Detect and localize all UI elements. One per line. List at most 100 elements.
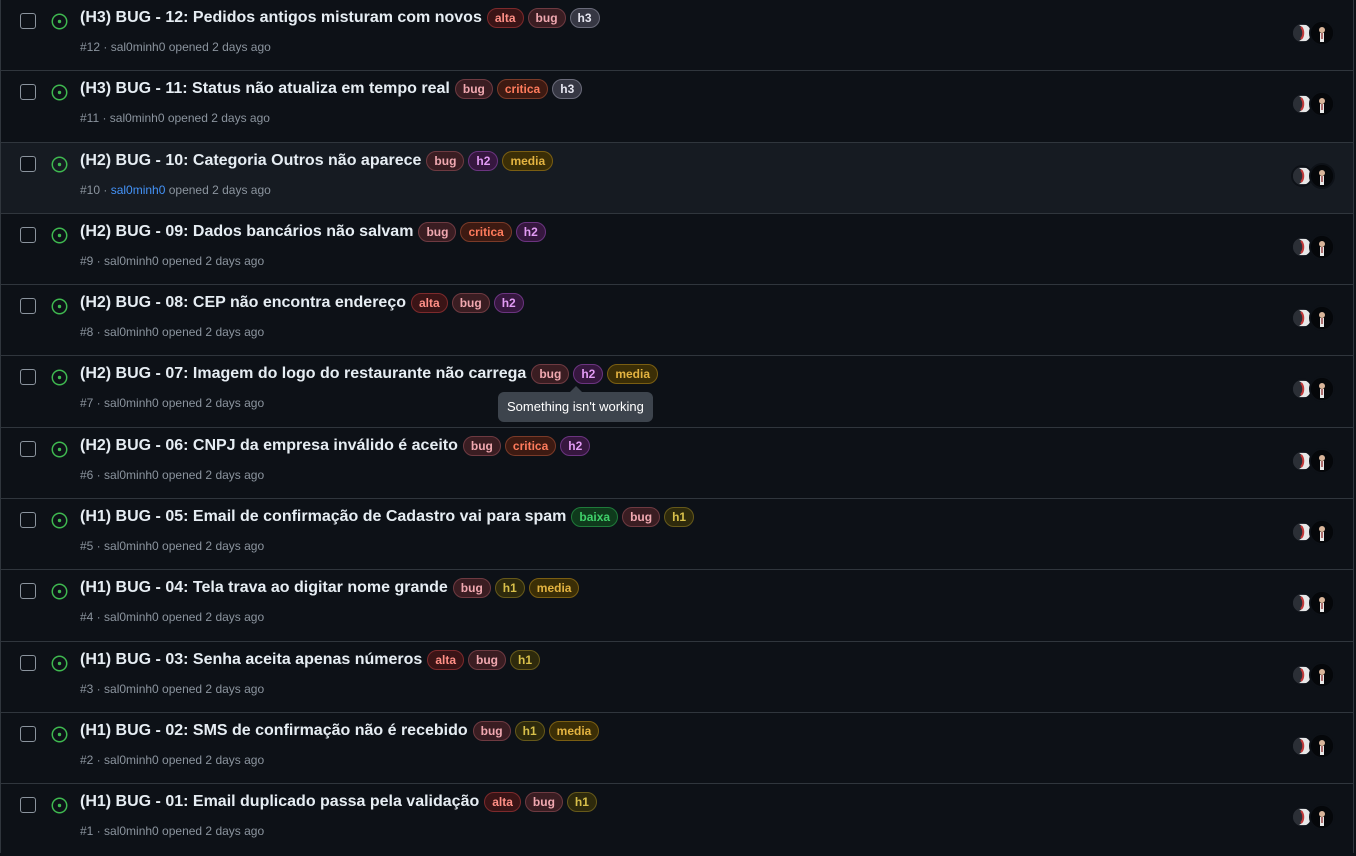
issue-row[interactable]: (H2) BUG - 08: CEP não encontra endereço… — [1, 285, 1353, 357]
issue-author-link[interactable]: sal0minh0 — [110, 111, 165, 125]
issue-title-link[interactable]: (H2) BUG - 06: CNPJ da empresa inválido … — [80, 437, 458, 455]
avatar[interactable] — [1309, 519, 1335, 546]
issue-title-link[interactable]: (H1) BUG - 02: SMS de confirmação não é … — [80, 722, 468, 740]
label-media[interactable]: media — [548, 720, 600, 741]
label-bug[interactable]: bug — [622, 507, 661, 528]
issue-title-link[interactable]: (H3) BUG - 12: Pedidos antigos misturam … — [80, 9, 482, 27]
avatar[interactable] — [1309, 20, 1335, 46]
label-h3[interactable]: h3 — [552, 79, 583, 100]
issue-checkbox[interactable] — [20, 583, 36, 600]
label-h2[interactable]: h2 — [515, 221, 546, 242]
assignee-avatars[interactable] — [1291, 90, 1337, 118]
issue-title-link[interactable]: (H1) BUG - 05: Email de confirmação de C… — [80, 508, 566, 526]
label-h1[interactable]: h1 — [494, 578, 525, 599]
label-bug[interactable]: bug — [472, 720, 511, 741]
issue-row[interactable]: (H2) BUG - 07: Imagem do logo do restaur… — [1, 356, 1353, 428]
issue-row[interactable]: (H1) BUG - 04: Tela trava ao digitar nom… — [1, 570, 1353, 642]
issue-row[interactable]: (H1) BUG - 03: Senha aceita apenas númer… — [1, 642, 1353, 713]
avatar[interactable] — [1309, 233, 1335, 260]
issue-checkbox[interactable] — [20, 440, 36, 457]
label-alta[interactable]: alta — [427, 649, 465, 670]
avatar[interactable] — [1309, 162, 1335, 189]
label-bug[interactable]: bug — [418, 221, 457, 242]
label-h3[interactable]: h3 — [569, 8, 600, 28]
issue-author-link[interactable]: sal0minh0 — [111, 40, 166, 54]
assignee-avatars[interactable] — [1291, 518, 1337, 546]
label-h1[interactable]: h1 — [664, 507, 695, 528]
label-alta[interactable]: alta — [486, 8, 524, 28]
assignee-avatars[interactable] — [1291, 803, 1337, 831]
issue-author-link[interactable]: sal0minh0 — [104, 254, 159, 268]
label-bug[interactable]: bug — [531, 364, 570, 385]
issue-row[interactable]: (H1) BUG - 02: SMS de confirmação não é … — [1, 713, 1353, 785]
label-alta[interactable]: alta — [484, 792, 521, 813]
issue-row[interactable]: (H1) BUG - 01: Email duplicado passa pel… — [1, 784, 1353, 855]
assignee-avatars[interactable] — [1291, 304, 1337, 332]
avatar[interactable] — [1309, 804, 1335, 831]
issue-author-link[interactable]: sal0minh0 — [104, 610, 159, 624]
issue-row[interactable]: (H3) BUG - 11: Status não atualiza em te… — [1, 71, 1353, 143]
issue-checkbox[interactable] — [20, 654, 36, 671]
label-bug[interactable]: bug — [426, 150, 465, 171]
avatar[interactable] — [1309, 732, 1335, 759]
label-bug[interactable]: bug — [527, 8, 566, 28]
label-h1[interactable]: h1 — [510, 649, 541, 670]
label-baixa[interactable]: baixa — [571, 507, 619, 528]
label-h2[interactable]: h2 — [560, 435, 591, 456]
issue-row[interactable]: (H1) BUG - 05: Email de confirmação de C… — [1, 499, 1353, 571]
label-bug[interactable]: bug — [454, 79, 493, 100]
issue-author-link[interactable]: sal0minh0 — [104, 682, 159, 696]
label-h2[interactable]: h2 — [493, 293, 524, 314]
issue-checkbox[interactable] — [20, 797, 36, 814]
issue-author-link[interactable]: sal0minh0 — [111, 183, 166, 197]
label-bug[interactable]: bug — [524, 792, 563, 813]
label-h1[interactable]: h1 — [566, 792, 597, 813]
label-h1[interactable]: h1 — [514, 720, 545, 741]
label-critica[interactable]: critica — [504, 435, 557, 456]
issue-title-link[interactable]: (H2) BUG - 08: CEP não encontra endereço — [80, 294, 406, 312]
avatar[interactable] — [1309, 376, 1335, 403]
assignee-avatars[interactable] — [1291, 233, 1337, 261]
label-h2[interactable]: h2 — [573, 364, 604, 385]
issue-title-link[interactable]: (H1) BUG - 03: Senha aceita apenas númer… — [80, 651, 422, 669]
issue-checkbox[interactable] — [20, 512, 36, 529]
assignee-avatars[interactable] — [1291, 162, 1337, 190]
issue-title-link[interactable]: (H2) BUG - 10: Categoria Outros não apar… — [80, 152, 421, 170]
avatar[interactable] — [1309, 91, 1335, 118]
issue-author-link[interactable]: sal0minh0 — [104, 753, 159, 767]
label-media[interactable]: media — [607, 364, 659, 385]
label-bug[interactable]: bug — [452, 578, 491, 599]
assignee-avatars[interactable] — [1291, 19, 1337, 47]
issue-checkbox[interactable] — [20, 298, 36, 315]
issue-row[interactable]: (H3) BUG - 12: Pedidos antigos misturam … — [1, 0, 1353, 72]
assignee-avatars[interactable] — [1291, 375, 1337, 403]
label-critica[interactable]: critica — [496, 79, 549, 100]
issue-checkbox[interactable] — [20, 13, 36, 29]
issue-author-link[interactable]: sal0minh0 — [104, 396, 159, 410]
issue-row[interactable]: (H2) BUG - 10: Categoria Outros não apar… — [1, 142, 1353, 214]
assignee-avatars[interactable] — [1291, 589, 1337, 617]
issue-title-link[interactable]: (H1) BUG - 04: Tela trava ao digitar nom… — [80, 579, 448, 597]
label-bug[interactable]: bug — [462, 435, 501, 456]
issue-author-link[interactable]: sal0minh0 — [104, 539, 159, 553]
issue-author-link[interactable]: sal0minh0 — [104, 468, 159, 482]
label-alta[interactable]: alta — [411, 293, 448, 314]
issue-checkbox[interactable] — [20, 226, 36, 243]
issue-title-link[interactable]: (H2) BUG - 09: Dados bancários não salva… — [80, 223, 413, 241]
issue-row[interactable]: (H2) BUG - 09: Dados bancários não salva… — [1, 214, 1353, 286]
label-h2[interactable]: h2 — [468, 150, 499, 171]
issue-checkbox[interactable] — [20, 155, 36, 172]
label-media[interactable]: media — [502, 150, 554, 171]
assignee-avatars[interactable] — [1291, 447, 1337, 475]
issue-row[interactable]: (H2) BUG - 06: CNPJ da empresa inválido … — [1, 428, 1353, 500]
label-bug[interactable]: bug — [468, 649, 507, 670]
assignee-avatars[interactable] — [1291, 732, 1337, 760]
issue-checkbox[interactable] — [20, 725, 36, 742]
issue-checkbox[interactable] — [20, 84, 36, 101]
issue-author-link[interactable]: sal0minh0 — [104, 824, 159, 838]
assignee-avatars[interactable] — [1291, 661, 1337, 689]
label-media[interactable]: media — [528, 578, 580, 599]
avatar[interactable] — [1309, 447, 1335, 474]
issue-title-link[interactable]: (H3) BUG - 11: Status não atualiza em te… — [80, 80, 450, 98]
issue-title-link[interactable]: (H2) BUG - 07: Imagem do logo do restaur… — [80, 365, 526, 383]
